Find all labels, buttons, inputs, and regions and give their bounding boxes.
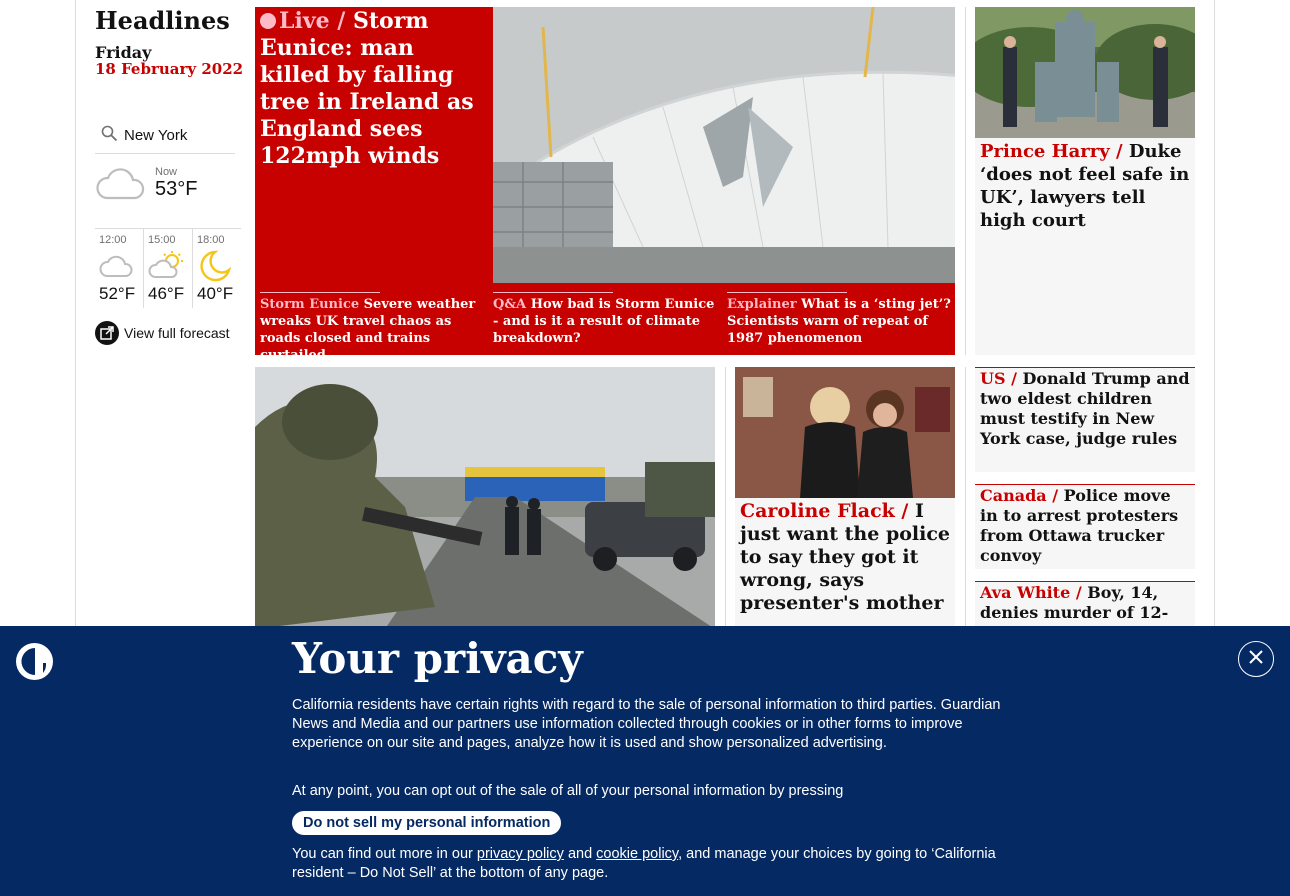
view-forecast-label: View full forecast: [124, 325, 230, 341]
column-divider: [725, 367, 726, 627]
forecast-item: 15:00 46°F: [143, 229, 192, 308]
sublink-storm-eunice[interactable]: Storm Eunice Severe weather wreaks UK tr…: [260, 296, 485, 364]
weather-location-search[interactable]: New York: [95, 118, 235, 154]
story-headline-block: Caroline Flack / I just want the police …: [735, 498, 955, 617]
do-not-sell-button[interactable]: Do not sell my personal information: [292, 811, 562, 835]
story-image: [975, 7, 1195, 138]
privacy-paragraph: You can find out more in our privacy pol…: [292, 845, 1002, 883]
forecast-temp: 46°F: [148, 284, 185, 303]
privacy-paragraph: California residents have certain rights…: [292, 697, 1001, 751]
sublink-explainer[interactable]: Explainer What is a ‘sting jet’? Scienti…: [727, 296, 952, 347]
sublink-rule: [493, 292, 613, 293]
sublink-kicker: Q&A: [493, 297, 527, 312]
column-divider: [965, 367, 966, 627]
sublink-text: How bad is Storm Eunice - and is it a re…: [493, 297, 715, 346]
now-temperature: 53°F: [155, 178, 198, 200]
search-icon: [101, 125, 118, 146]
sublink-rule: [727, 292, 847, 293]
story-image-soldier[interactable]: [255, 367, 715, 629]
privacy-title: Your privacy: [292, 634, 583, 683]
privacy-banner: Your privacy California residents have c…: [0, 626, 1290, 896]
privacy-paragraph: At any point, you can opt out of the sal…: [292, 783, 844, 799]
story-card-prince-harry[interactable]: Prince Harry / Duke ‘does not feel safe …: [975, 7, 1195, 355]
live-indicator-icon: [260, 13, 276, 29]
story-card-canada[interactable]: Canada / Police move in to arrest protes…: [975, 484, 1195, 569]
forecast-time: 15:00: [148, 234, 176, 246]
story-headline-block: Prince Harry / Duke ‘does not feel safe …: [975, 138, 1195, 234]
view-forecast-link[interactable]: View full forecast: [95, 321, 230, 345]
lead-kicker: Live /: [279, 8, 346, 34]
moon-icon: [197, 250, 241, 284]
sun-cloud-icon: [148, 250, 192, 284]
story-headline-block: Canada / Police move in to arrest protes…: [980, 486, 1190, 566]
section-title: Headlines: [95, 6, 230, 35]
date-full: 18 February 2022: [95, 60, 244, 78]
story-kicker: Caroline Flack /: [740, 500, 909, 522]
forecast-item: 18:00 40°F: [192, 229, 241, 308]
privacy-text: and: [567, 846, 593, 862]
lead-headline-link[interactable]: Live / Storm Eunice: man killed by falli…: [260, 8, 485, 170]
story-card-caroline-flack[interactable]: Caroline Flack / I just want the police …: [735, 367, 955, 629]
guardian-logo-icon: [16, 643, 53, 680]
story-headline-block: US / Donald Trump and two eldest childre…: [980, 369, 1190, 449]
privacy-text: You can find out more in our: [292, 846, 473, 862]
hourly-forecast: 12:00 52°F 15:00 46°F 18:00 40°F: [95, 228, 241, 308]
cloud-icon: [99, 250, 143, 284]
forecast-temp: 40°F: [197, 284, 234, 303]
sublink-rule: [260, 292, 380, 293]
close-icon: [1248, 649, 1264, 669]
external-link-icon: [95, 321, 119, 345]
story-kicker: US /: [980, 369, 1017, 388]
now-label: Now: [155, 166, 178, 178]
sublink-qa[interactable]: Q&A How bad is Storm Eunice - and is it …: [493, 296, 718, 347]
cookie-policy-link[interactable]: cookie policy: [596, 846, 678, 862]
forecast-time: 12:00: [99, 234, 127, 246]
privacy-policy-link[interactable]: privacy policy: [477, 846, 564, 862]
forecast-temp: 52°F: [99, 284, 136, 303]
story-card-us[interactable]: US / Donald Trump and two eldest childre…: [975, 367, 1195, 472]
sublink-kicker: Explainer: [727, 297, 797, 312]
forecast-time: 18:00: [197, 234, 225, 246]
story-kicker: Ava White /: [980, 583, 1082, 602]
lead-image[interactable]: [493, 7, 955, 283]
cloud-icon: [95, 166, 147, 206]
sublink-kicker: Storm Eunice: [260, 297, 360, 312]
close-button[interactable]: [1238, 641, 1274, 677]
column-divider: [965, 7, 966, 355]
weather-location-label: New York: [124, 127, 188, 144]
forecast-item: 12:00 52°F: [95, 229, 143, 308]
current-weather: Now 53°F: [95, 164, 235, 214]
story-kicker: Prince Harry /: [980, 141, 1123, 162]
story-kicker: Canada /: [980, 486, 1059, 505]
story-image: [735, 367, 955, 498]
